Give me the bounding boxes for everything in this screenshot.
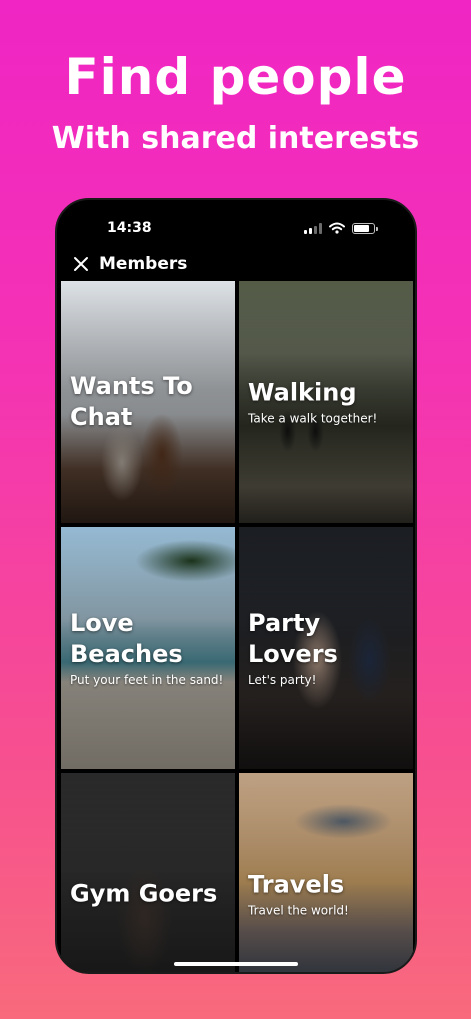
nav-title: Members — [99, 254, 188, 274]
close-button[interactable] — [71, 254, 91, 274]
status-icons — [304, 222, 378, 234]
interest-tile-gym-goers[interactable]: Gym Goers — [61, 773, 235, 972]
tile-subtitle: Put your feet in the sand! — [70, 673, 224, 687]
tile-subtitle: Travel the world! — [248, 903, 349, 918]
tile-title: Love Beaches — [70, 609, 183, 668]
cellular-signal-icon — [304, 222, 322, 234]
tile-title: Gym Goers — [70, 879, 218, 908]
tile-title: Wants To Chat — [70, 372, 193, 431]
interest-tile-wants-to-chat[interactable]: Wants To Chat — [61, 281, 235, 523]
interest-tile-party-lovers[interactable]: Party Lovers Let's party! — [239, 527, 413, 769]
tile-subtitle: Let's party! — [248, 673, 317, 687]
interest-tile-walking[interactable]: Walking Take a walk together! — [239, 281, 413, 523]
status-bar: 14:38 — [57, 200, 415, 246]
battery-icon — [352, 222, 378, 234]
nav-bar: Members — [57, 248, 415, 280]
phone-frame: 14:38 Members Wants To Chat Walking Take… — [55, 198, 417, 974]
promo-headline: Find people — [64, 48, 407, 106]
promo-subhead: With shared interests — [51, 121, 420, 156]
interest-grid: Wants To Chat Walking Take a walk togeth… — [61, 281, 413, 972]
wifi-icon — [329, 222, 345, 234]
interest-tile-love-beaches[interactable]: Love Beaches Put your feet in the sand! — [61, 527, 235, 769]
tile-title: Travels — [248, 870, 345, 899]
interest-tile-travels[interactable]: Travels Travel the world! — [239, 773, 413, 972]
tile-title: Walking — [248, 378, 357, 407]
tile-title: Party Lovers — [248, 609, 338, 668]
tile-subtitle: Take a walk together! — [248, 411, 378, 426]
home-indicator[interactable] — [174, 962, 298, 966]
status-time: 14:38 — [107, 220, 152, 236]
close-icon — [74, 257, 88, 271]
